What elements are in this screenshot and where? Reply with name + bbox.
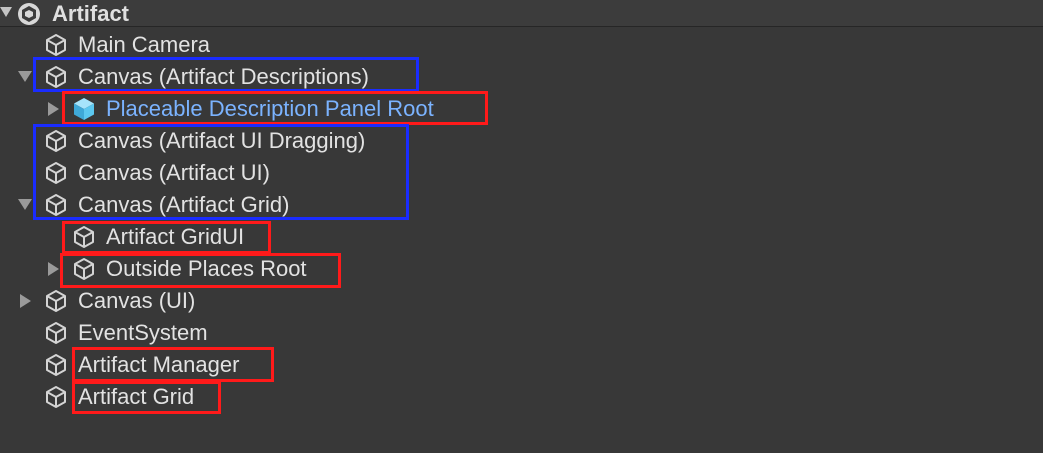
hierarchy-item-label: Canvas (UI) [78, 288, 196, 313]
hierarchy-panel: Artifact Main Camera Canvas (Artifact De… [0, 0, 1043, 453]
hierarchy-item-label: Main Camera [78, 32, 211, 57]
collapsed-arrow-icon[interactable] [48, 102, 59, 116]
gameobject-cube-icon [46, 66, 66, 88]
hierarchy-item-main-camera[interactable]: Main Camera [0, 29, 1043, 61]
gameobject-cube-icon [74, 258, 94, 280]
hierarchy-item-label: Canvas (Artifact UI Dragging) [78, 128, 366, 153]
prefab-cube-icon [74, 98, 94, 120]
hierarchy-item-canvas-artifact-grid[interactable]: Canvas (Artifact Grid) [0, 189, 1043, 221]
hierarchy-item-label: Outside Places Root [106, 256, 307, 281]
gameobject-cube-icon [74, 226, 94, 248]
gameobject-cube-icon [46, 386, 66, 408]
hierarchy-item-artifact-grid[interactable]: Artifact Grid [0, 381, 1043, 413]
unity-scene-icon [18, 3, 40, 25]
hierarchy-item-label: Canvas (Artifact Descriptions) [78, 64, 369, 89]
hierarchy-item-canvas-ui[interactable]: Canvas (UI) [0, 285, 1043, 317]
gameobject-cube-icon [46, 354, 66, 376]
gameobject-cube-icon [46, 162, 66, 184]
hierarchy-item-artifact-gridui[interactable]: Artifact GridUI [0, 221, 1043, 253]
hierarchy-item-label: Artifact Grid [78, 384, 195, 409]
collapsed-arrow-icon[interactable] [20, 294, 31, 308]
scene-title: Artifact [52, 1, 130, 26]
collapsed-arrow-icon[interactable] [48, 262, 59, 276]
gameobject-cube-icon [46, 194, 66, 216]
hierarchy-item-artifact-manager[interactable]: Artifact Manager [0, 349, 1043, 381]
hierarchy-item-canvas-artifact-descriptions[interactable]: Canvas (Artifact Descriptions) [0, 61, 1043, 93]
hierarchy-item-outside-places-root[interactable]: Outside Places Root [0, 253, 1043, 285]
expanded-arrow-icon[interactable] [18, 199, 32, 210]
hierarchy-item-label: Canvas (Artifact UI) [78, 160, 270, 185]
hierarchy-item-label: Placeable Description Panel Root [106, 96, 434, 121]
scene-foldout-arrow-icon[interactable] [0, 7, 12, 17]
hierarchy-item-label: Canvas (Artifact Grid) [78, 192, 290, 217]
gameobject-cube-icon [46, 322, 66, 344]
expanded-arrow-icon[interactable] [18, 71, 32, 82]
gameobject-cube-icon [46, 34, 66, 56]
hierarchy-item-eventsystem[interactable]: EventSystem [0, 317, 1043, 349]
gameobject-cube-icon [46, 290, 66, 312]
gameobject-cube-icon [46, 130, 66, 152]
hierarchy-item-label: Artifact GridUI [106, 224, 245, 249]
hierarchy-item-label: EventSystem [78, 320, 208, 345]
hierarchy-item-label: Artifact Manager [78, 352, 240, 377]
scene-header[interactable]: Artifact [0, 0, 1043, 27]
hierarchy-item-placeable-description-panel-root[interactable]: Placeable Description Panel Root [0, 93, 1043, 125]
hierarchy-item-canvas-artifact-ui-dragging[interactable]: Canvas (Artifact UI Dragging) [0, 125, 1043, 157]
hierarchy-item-canvas-artifact-ui[interactable]: Canvas (Artifact UI) [0, 157, 1043, 189]
